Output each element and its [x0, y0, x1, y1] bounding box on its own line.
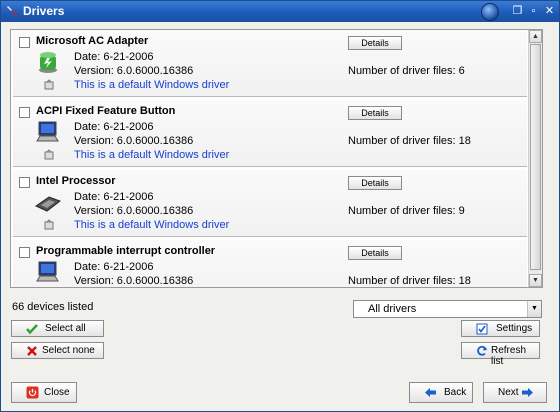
window-title: Drivers — [23, 4, 65, 18]
close-button[interactable]: Close — [11, 382, 77, 403]
minimize-icon[interactable]: ▫ — [526, 4, 541, 19]
driver-file-count: Number of driver files: 9 — [348, 205, 465, 217]
computer-icon — [36, 121, 59, 142]
device-checkbox[interactable] — [19, 37, 30, 48]
scroll-thumb[interactable] — [530, 44, 541, 270]
settings-label: Settings — [496, 323, 533, 334]
refresh-list-label: Refresh list — [491, 345, 527, 367]
device-list-items: Microsoft AC Adapter Date: 6-21-2006 Ver… — [11, 30, 528, 287]
computer-icon — [36, 261, 59, 282]
power-icon — [26, 386, 39, 399]
battery-icon — [39, 52, 57, 73]
driver-date: Date: 6-21-2006 — [74, 261, 154, 273]
driver-file-icon — [44, 219, 54, 230]
device-name: Programmable interrupt controller — [36, 245, 216, 257]
details-button[interactable]: Details — [348, 176, 402, 190]
device-checkbox[interactable] — [19, 247, 30, 258]
chevron-down-icon[interactable]: ▼ — [527, 301, 541, 317]
processor-icon — [34, 196, 62, 212]
driver-version: Version: 6.0.6000.16386 — [74, 65, 194, 77]
driver-filter-value: All drivers — [368, 303, 417, 315]
device-name: Intel Processor — [36, 175, 116, 187]
driver-note: This is a default Windows driver — [74, 79, 230, 91]
menu-orb-icon[interactable] — [481, 3, 499, 21]
device-checkbox[interactable] — [19, 107, 30, 118]
device-list[interactable]: Microsoft AC Adapter Date: 6-21-2006 Ver… — [10, 29, 543, 288]
select-none-label: Select none — [42, 345, 95, 356]
checkbox-checked-icon — [476, 323, 488, 335]
driver-version: Version: 6.0.6000.16386 — [74, 205, 194, 217]
scroll-up-icon[interactable]: ▲ — [529, 30, 542, 43]
driver-file-icon — [44, 149, 54, 160]
next-button[interactable]: Next — [483, 382, 547, 403]
restore-icon[interactable]: ❐ — [510, 4, 525, 19]
back-label: Back — [444, 387, 467, 398]
device-count: 66 devices listed — [12, 301, 94, 313]
list-item[interactable]: Intel Processor Date: 6-21-2006 Version:… — [13, 170, 527, 237]
refresh-list-button[interactable]: Refresh list — [461, 342, 540, 367]
device-name: Microsoft AC Adapter — [36, 35, 149, 47]
close-window-icon[interactable]: ✕ — [542, 4, 557, 19]
details-button[interactable]: Details — [348, 246, 402, 260]
select-none-button[interactable]: Select none — [11, 342, 104, 359]
driver-file-count: Number of driver files: 6 — [348, 65, 465, 77]
driver-date: Date: 6-21-2006 — [74, 121, 154, 133]
arrow-right-icon — [522, 388, 533, 397]
driver-version: Version: 6.0.6000.16386 — [74, 135, 194, 147]
vertical-scrollbar[interactable]: ▲ ▼ — [528, 30, 542, 287]
driver-filter-select[interactable]: All drivers ▼ — [353, 300, 542, 318]
driver-note: This is a default Windows driver — [74, 219, 230, 231]
driver-note: This is a default Windows driver — [74, 149, 230, 161]
back-button[interactable]: Back — [409, 382, 473, 403]
driver-version: Version: 6.0.6000.16386 — [74, 275, 194, 287]
driver-date: Date: 6-21-2006 — [74, 51, 154, 63]
driver-file-count: Number of driver files: 18 — [348, 135, 471, 147]
next-label: Next — [498, 387, 519, 398]
driver-file-icon — [44, 79, 54, 90]
list-item[interactable]: ACPI Fixed Feature Button Date: 6-21-200… — [13, 100, 527, 167]
drivers-window: Drivers ❐ ▫ ✕ Microsoft AC Adapter Date:… — [0, 0, 560, 412]
arrow-left-icon — [425, 388, 436, 397]
device-name: ACPI Fixed Feature Button — [36, 105, 176, 117]
x-icon — [27, 346, 37, 356]
details-button[interactable]: Details — [348, 36, 402, 50]
driver-date: Date: 6-21-2006 — [74, 191, 154, 203]
checkmark-icon — [26, 324, 38, 335]
settings-button[interactable]: Settings — [461, 320, 540, 337]
scroll-down-icon[interactable]: ▼ — [529, 274, 542, 287]
title-bar[interactable]: Drivers ❐ ▫ ✕ — [1, 1, 559, 22]
driver-file-count: Number of driver files: 18 — [348, 275, 471, 287]
details-button[interactable]: Details — [348, 106, 402, 120]
refresh-icon — [477, 345, 487, 356]
wrench-icon — [7, 6, 18, 17]
list-item[interactable]: Programmable interrupt controller Date: … — [13, 240, 527, 287]
select-all-label: Select all — [45, 323, 86, 334]
list-item[interactable]: Microsoft AC Adapter Date: 6-21-2006 Ver… — [13, 30, 527, 97]
device-checkbox[interactable] — [19, 177, 30, 188]
select-all-button[interactable]: Select all — [11, 320, 104, 337]
close-label: Close — [44, 387, 70, 398]
